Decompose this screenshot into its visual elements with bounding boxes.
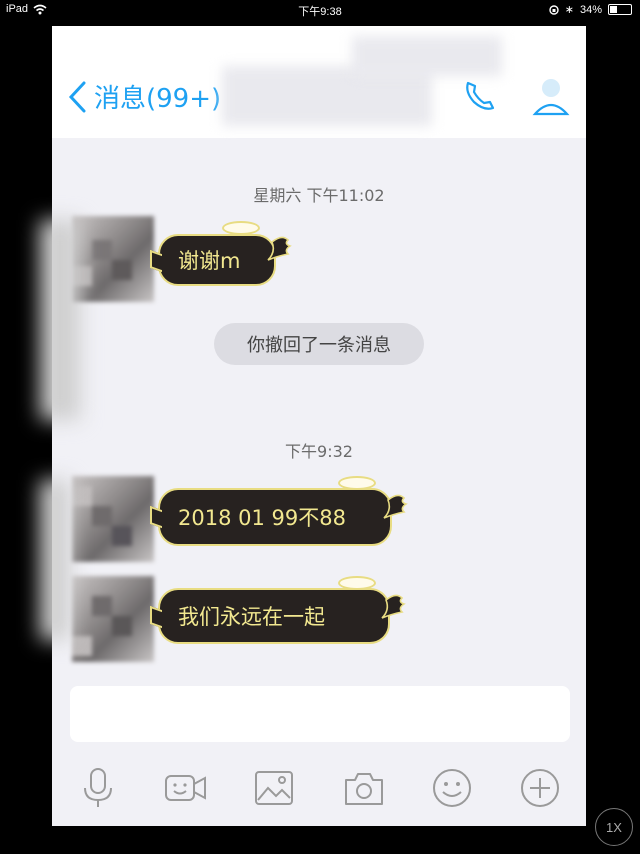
bluetooth-icon: ∗ — [564, 4, 574, 16]
battery-icon — [608, 4, 632, 15]
navigation-bar: 消息(99+) — [52, 26, 586, 138]
emoji-icon[interactable] — [430, 766, 474, 810]
battery-percent: 34% — [579, 3, 602, 16]
avatar[interactable] — [72, 476, 154, 562]
wing-icon — [267, 236, 292, 261]
back-label: 消息(99+) — [94, 84, 222, 114]
avatar[interactable] — [72, 216, 154, 302]
message-input[interactable] — [70, 686, 570, 742]
blur-patch — [352, 36, 502, 76]
timestamp: 下午9:32 — [285, 442, 353, 461]
message-text: 2018 01 99不88 — [178, 506, 346, 530]
timestamp: 星期六 下午11:02 — [253, 186, 385, 205]
status-bar: iPad 下午9:38 ∗ 34% — [0, 0, 640, 20]
recall-notice-text: 你撤回了一条消息 — [247, 335, 391, 356]
blur-patch — [40, 480, 70, 640]
chat-screen: 消息(99+) 星期六 下午11:02 谢谢m 你撤回了一条消息 下午9:32 — [52, 26, 586, 826]
phone-icon[interactable] — [462, 78, 498, 114]
status-time: 下午9:38 — [298, 6, 342, 18]
plus-icon[interactable] — [518, 766, 562, 810]
recall-notice: 你撤回了一条消息 — [214, 323, 424, 365]
zoom-button[interactable]: 1X — [595, 808, 633, 846]
video-icon[interactable] — [164, 766, 208, 810]
profile-icon[interactable] — [530, 74, 572, 118]
zoom-label: 1X — [606, 819, 622, 835]
microphone-icon[interactable] — [76, 766, 120, 810]
camera-icon[interactable] — [342, 766, 386, 810]
message-text: 谢谢m — [178, 249, 241, 273]
rotation-lock-icon — [549, 4, 559, 15]
blur-patch — [40, 220, 80, 420]
wing-icon — [383, 494, 408, 519]
chevron-left-icon — [68, 81, 86, 112]
back-button[interactable]: 消息(99+) — [66, 78, 221, 115]
image-icon[interactable] — [252, 766, 296, 810]
message-text: 我们永远在一起 — [178, 605, 325, 629]
input-toolbar — [52, 752, 586, 826]
wing-icon — [381, 594, 406, 619]
avatar[interactable] — [72, 576, 154, 662]
